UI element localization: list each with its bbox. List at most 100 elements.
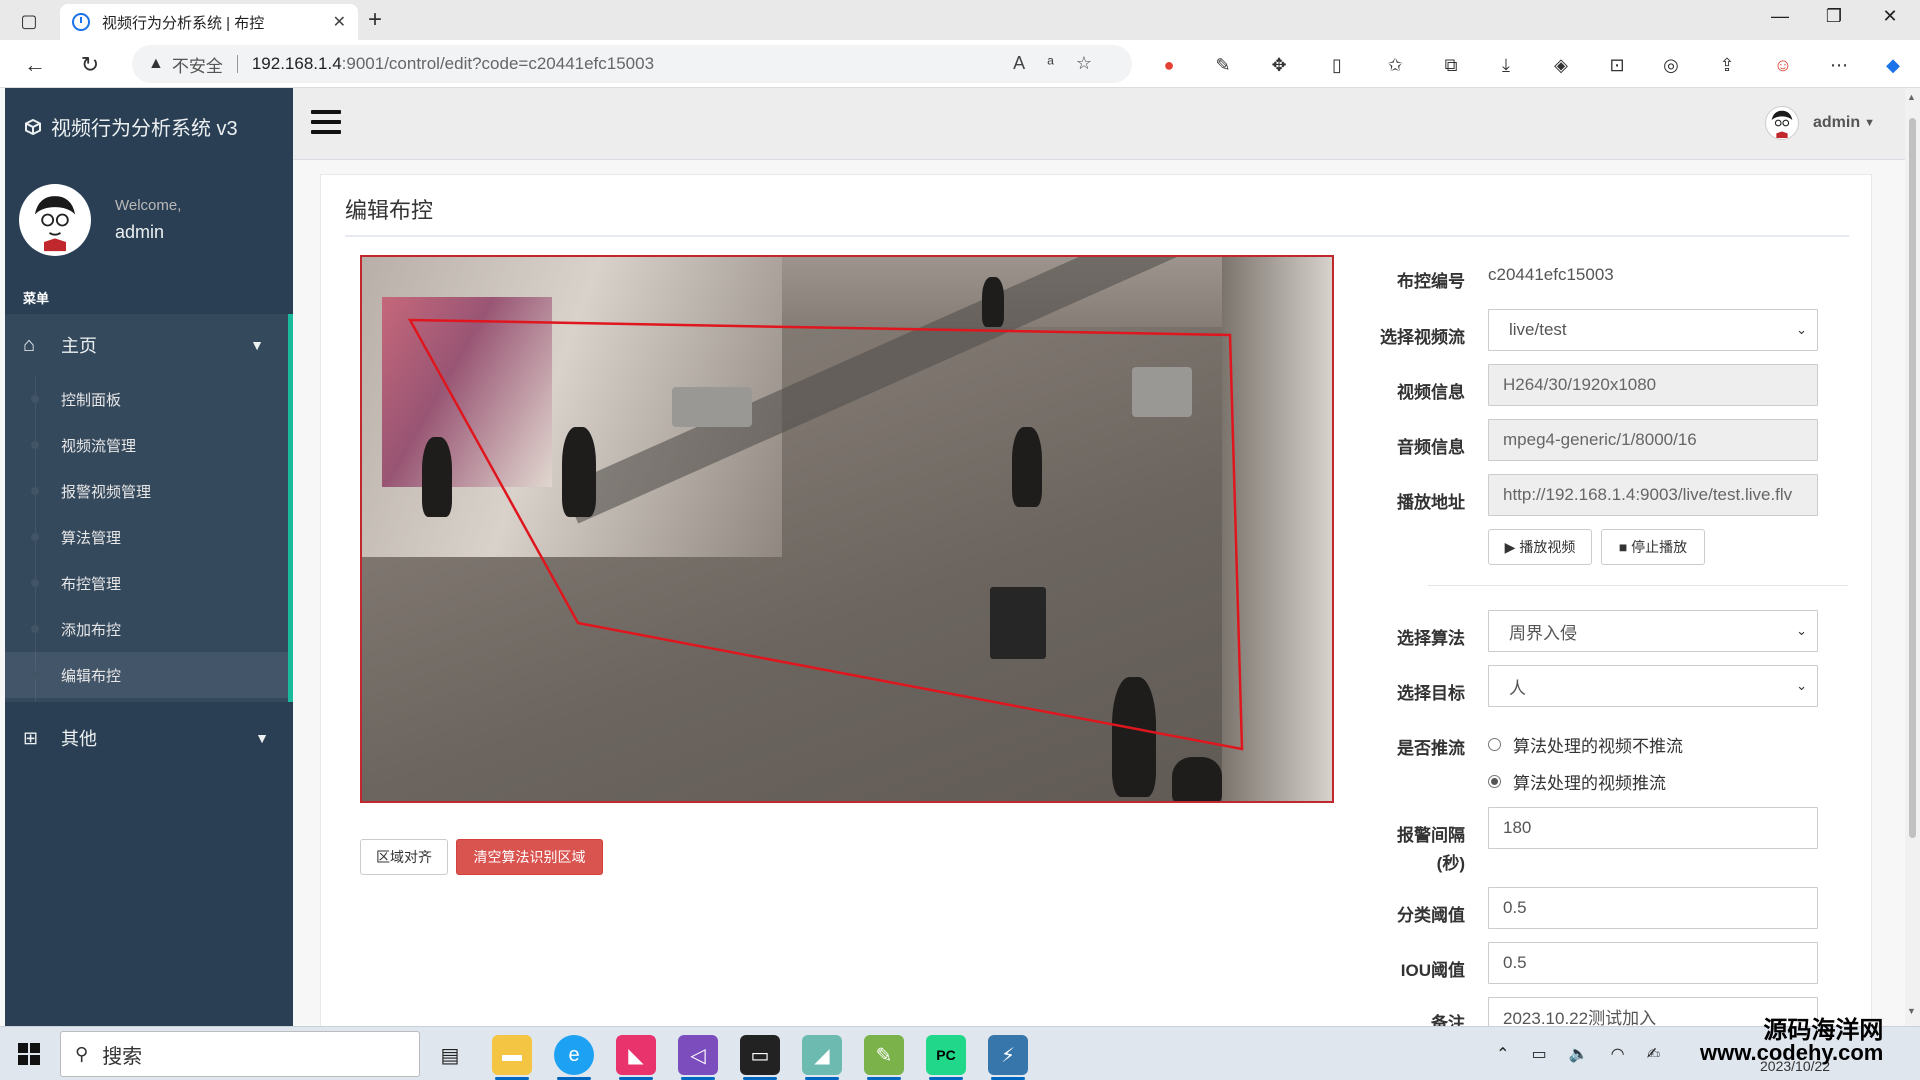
user-menu[interactable]: admin ▼ xyxy=(1764,106,1875,140)
sidebar-item-other[interactable]: ⊞ 其他 ▼ xyxy=(5,710,293,766)
page-scrollbar[interactable]: ▲ ▼ xyxy=(1905,88,1920,1026)
browser-tab[interactable]: 视频行为分析系统 | 布控 ✕ xyxy=(60,4,358,40)
url-path: :9001/control/edit?code=c20441efc15003 xyxy=(341,54,655,73)
screenshot-icon[interactable]: ⊡ xyxy=(1604,52,1630,78)
watermark-line2: www.codehy.com xyxy=(1700,1040,1884,1065)
submenu-dot xyxy=(31,533,39,541)
close-window-icon[interactable]: ✕ xyxy=(1870,6,1910,27)
performance-icon[interactable]: ◎ xyxy=(1658,52,1684,78)
volume-icon[interactable]: 🔈 xyxy=(1569,1044,1589,1064)
tray-chevron-icon[interactable]: ⌃ xyxy=(1496,1044,1509,1064)
scroll-down-icon[interactable]: ▼ xyxy=(1907,1006,1916,1016)
roi-polygon[interactable] xyxy=(362,257,1332,801)
sidebar-item-edit-control[interactable]: 编辑布控 xyxy=(5,652,288,698)
copilot-icon[interactable]: ◆ xyxy=(1880,52,1906,78)
wifi-icon[interactable]: ◠ xyxy=(1611,1044,1625,1064)
clear-region-button[interactable]: 清空算法识别区域 xyxy=(456,839,603,875)
windows-start-icon[interactable] xyxy=(18,1043,40,1065)
profile-extension-icon[interactable]: ☺ xyxy=(1770,52,1796,78)
title-divider xyxy=(345,235,1849,237)
cls-threshold-input[interactable]: 0.5 xyxy=(1488,887,1818,929)
pycharm-icon[interactable]: PC xyxy=(926,1035,966,1075)
task-view-icon[interactable]: ▤ xyxy=(430,1035,470,1075)
menu-toggle-icon[interactable] xyxy=(311,110,341,134)
url-host: 192.168.1.4 xyxy=(251,54,342,73)
radio-off[interactable] xyxy=(1488,738,1501,751)
app-green-icon[interactable]: ✎ xyxy=(864,1035,904,1075)
radio-on[interactable] xyxy=(1488,775,1501,788)
app-teal-icon[interactable]: ◢ xyxy=(802,1035,842,1075)
back-icon[interactable]: ← xyxy=(20,50,50,80)
new-tab-icon[interactable]: + xyxy=(368,6,382,34)
battery-icon[interactable]: ▭ xyxy=(1532,1044,1547,1064)
sidebar: 视频行为分析系统 v3 Welcome, admin 菜单 ⌂ 主页 ▼ 控制面… xyxy=(5,88,293,1026)
target-select[interactable]: 人 ⌄ xyxy=(1488,665,1818,707)
home-icon: ⌂ xyxy=(23,333,36,356)
python-icon[interactable]: ⚡ xyxy=(988,1035,1028,1075)
iou-threshold-value: 0.5 xyxy=(1503,953,1527,972)
terminal-icon[interactable]: ▭ xyxy=(740,1035,780,1075)
sidebar-item-home[interactable]: ⌂ 主页 ▼ xyxy=(5,314,293,376)
interval-input[interactable]: 180 xyxy=(1488,807,1818,849)
address-bar[interactable]: ▲ 不安全 192.168.1.4:9001/control/edit?code… xyxy=(132,45,1132,83)
sidebar-toggle-icon[interactable]: ▢ xyxy=(16,8,42,34)
chevron-down-icon: ⌄ xyxy=(1796,678,1807,693)
sidebar-item-dashboard[interactable]: 控制面板 xyxy=(5,376,288,422)
stop-play-button[interactable]: ■ 停止播放 xyxy=(1601,529,1705,565)
file-explorer-icon[interactable]: ▬ xyxy=(492,1035,532,1075)
sidebar-item-algorithms[interactable]: 算法管理 xyxy=(5,514,288,560)
sidebar-item-controls[interactable]: 布控管理 xyxy=(5,560,288,606)
stream-label: 选择视频流 xyxy=(1380,328,1465,347)
cls-threshold-value: 0.5 xyxy=(1503,898,1527,917)
audio-info-field[interactable]: mpeg4-generic/1/8000/16 xyxy=(1488,419,1818,461)
minimize-icon[interactable]: — xyxy=(1760,6,1800,27)
video-canvas[interactable] xyxy=(360,255,1334,803)
extensions-icon[interactable]: ✥ xyxy=(1266,52,1292,78)
edge-icon[interactable]: e xyxy=(554,1035,594,1075)
sidebar-item-alarm-videos[interactable]: 报警视频管理 xyxy=(5,468,288,514)
favorites-icon[interactable]: ✩ xyxy=(1382,52,1408,78)
scrollbar-thumb[interactable] xyxy=(1909,118,1916,838)
sidebar-item-label: 报警视频管理 xyxy=(61,483,152,501)
share-icon[interactable]: ⇪ xyxy=(1714,52,1740,78)
interval-label: 报警间隔 xyxy=(1397,826,1465,845)
sidebar-item-label: 主页 xyxy=(61,336,97,356)
sidebar-item-add-control[interactable]: 添加布控 xyxy=(5,606,288,652)
welcome-text: Welcome, xyxy=(115,197,182,214)
play-video-button[interactable]: ▶ 播放视频 xyxy=(1488,529,1592,565)
sidebar-item-streams[interactable]: 视频流管理 xyxy=(5,422,288,468)
pen-extension-icon[interactable]: ✎ xyxy=(1210,52,1236,78)
brand[interactable]: 视频行为分析系统 v3 xyxy=(25,112,238,141)
avatar xyxy=(19,184,91,256)
watermark: 源码海洋网 www.codehy.com xyxy=(1700,1019,1884,1065)
reload-icon[interactable]: ↻ xyxy=(75,50,105,80)
visual-studio-icon[interactable]: ◁ xyxy=(678,1035,718,1075)
algorithm-select[interactable]: 周界入侵 ⌄ xyxy=(1488,610,1818,652)
chevron-down-icon: ▼ xyxy=(250,337,264,353)
scroll-up-icon[interactable]: ▲ xyxy=(1907,92,1916,102)
split-screen-icon[interactable]: ▯ xyxy=(1324,52,1350,78)
shield-icon[interactable]: ◈ xyxy=(1548,52,1574,78)
more-icon[interactable]: ⋯ xyxy=(1826,52,1852,78)
read-aloud-favorite-icons[interactable]: Aᵃ☆ xyxy=(1013,53,1114,74)
align-region-button[interactable]: 区域对齐 xyxy=(360,839,448,875)
push-option-yes[interactable]: 算法处理的视频推流 xyxy=(1488,769,1666,794)
stream-select[interactable]: live/test ⌄ xyxy=(1488,309,1818,351)
sidebar-item-label: 控制面板 xyxy=(61,391,122,409)
taskbar-search[interactable]: ⚲ 搜索 xyxy=(60,1031,420,1077)
pen-icon[interactable]: ✍ xyxy=(1647,1044,1660,1064)
tab-close-icon[interactable]: ✕ xyxy=(333,12,346,32)
play-url-field[interactable]: http://192.168.1.4:9003/live/test.live.f… xyxy=(1488,474,1818,516)
app-pink-icon[interactable]: ◣ xyxy=(616,1035,656,1075)
video-info-field[interactable]: H264/30/1920x1080 xyxy=(1488,364,1818,406)
maximize-icon[interactable]: ❐ xyxy=(1814,6,1854,27)
color-extension-icon[interactable]: ● xyxy=(1156,52,1182,78)
target-select-value: 人 xyxy=(1509,678,1526,698)
tab-title: 视频行为分析系统 | 布控 xyxy=(102,14,265,32)
collections-icon[interactable]: ⧉ xyxy=(1438,52,1464,78)
download-icon[interactable]: ⤓ xyxy=(1493,52,1519,78)
cube-icon xyxy=(25,118,41,135)
algorithm-label: 选择算法 xyxy=(1397,629,1465,648)
iou-threshold-input[interactable]: 0.5 xyxy=(1488,942,1818,984)
push-option-no[interactable]: 算法处理的视频不推流 xyxy=(1488,732,1683,757)
